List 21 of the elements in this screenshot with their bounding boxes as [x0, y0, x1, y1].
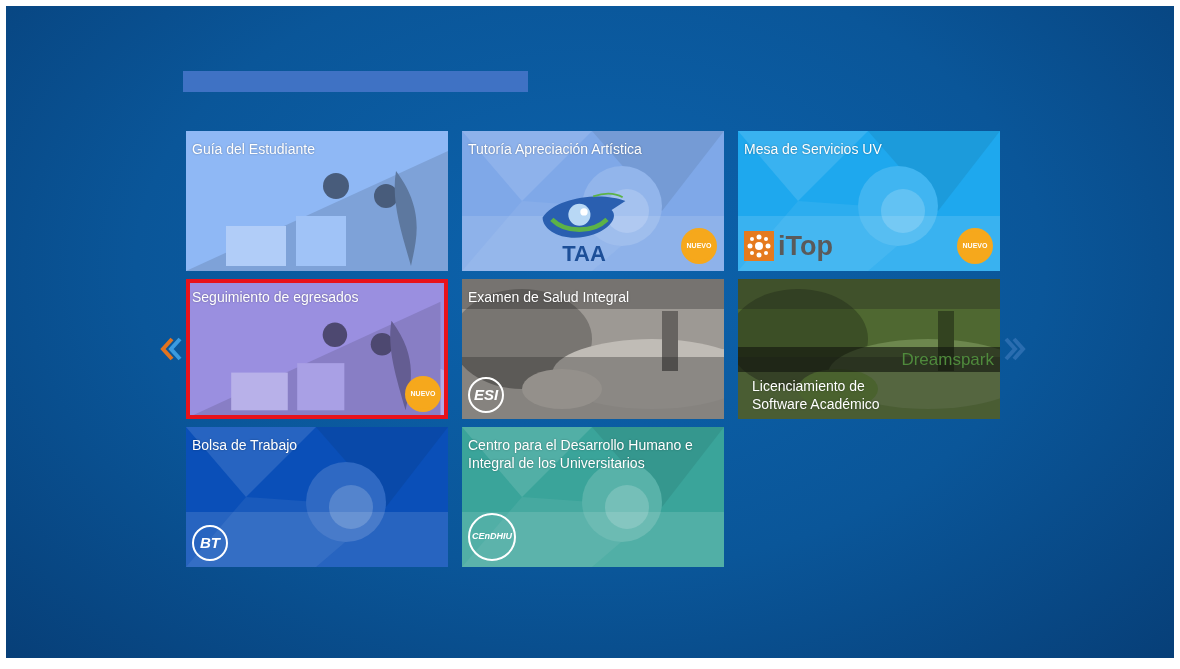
app-tile[interactable]: Dreamspark Licenciamiento de Software Académico [738, 279, 1000, 419]
tile-title: Licenciamiento de Software Académico [752, 378, 881, 413]
app-tile[interactable]: Examen de Salud Integral ESI [462, 279, 724, 419]
logo-badge: CEnDHIU [468, 513, 516, 561]
app-tile[interactable]: Centro para el Desarrollo Humano e Integral de los Universitarios CEnDHIU [462, 427, 724, 567]
tile-title: Seguimiento de egresados [192, 289, 359, 307]
network-logo-icon [744, 231, 774, 261]
logo-text: TAA [562, 243, 606, 265]
app-tile[interactable]: Bolsa de Trabajo BT [186, 427, 448, 567]
tile-title: Tutoría Apreciación Artística [468, 141, 642, 159]
logo-badge: ESI [468, 377, 504, 413]
tile-title: Examen de Salud Integral [468, 289, 630, 307]
previous-chevron-icon[interactable] [160, 337, 182, 361]
logo-text: iTop [778, 232, 833, 260]
tile-title: Guía del Estudiante [192, 141, 315, 159]
next-chevron-icon[interactable] [1004, 337, 1026, 361]
tile-title: Centro para el Desarrollo Humano e Integral de los Universitarios [468, 437, 694, 472]
logo-badge: BT [192, 525, 228, 561]
brand-label: Dreamspark [738, 346, 1000, 372]
tile-title: Bolsa de Trabajo [192, 437, 298, 455]
tile-title: Mesa de Servicios UV [744, 141, 882, 159]
